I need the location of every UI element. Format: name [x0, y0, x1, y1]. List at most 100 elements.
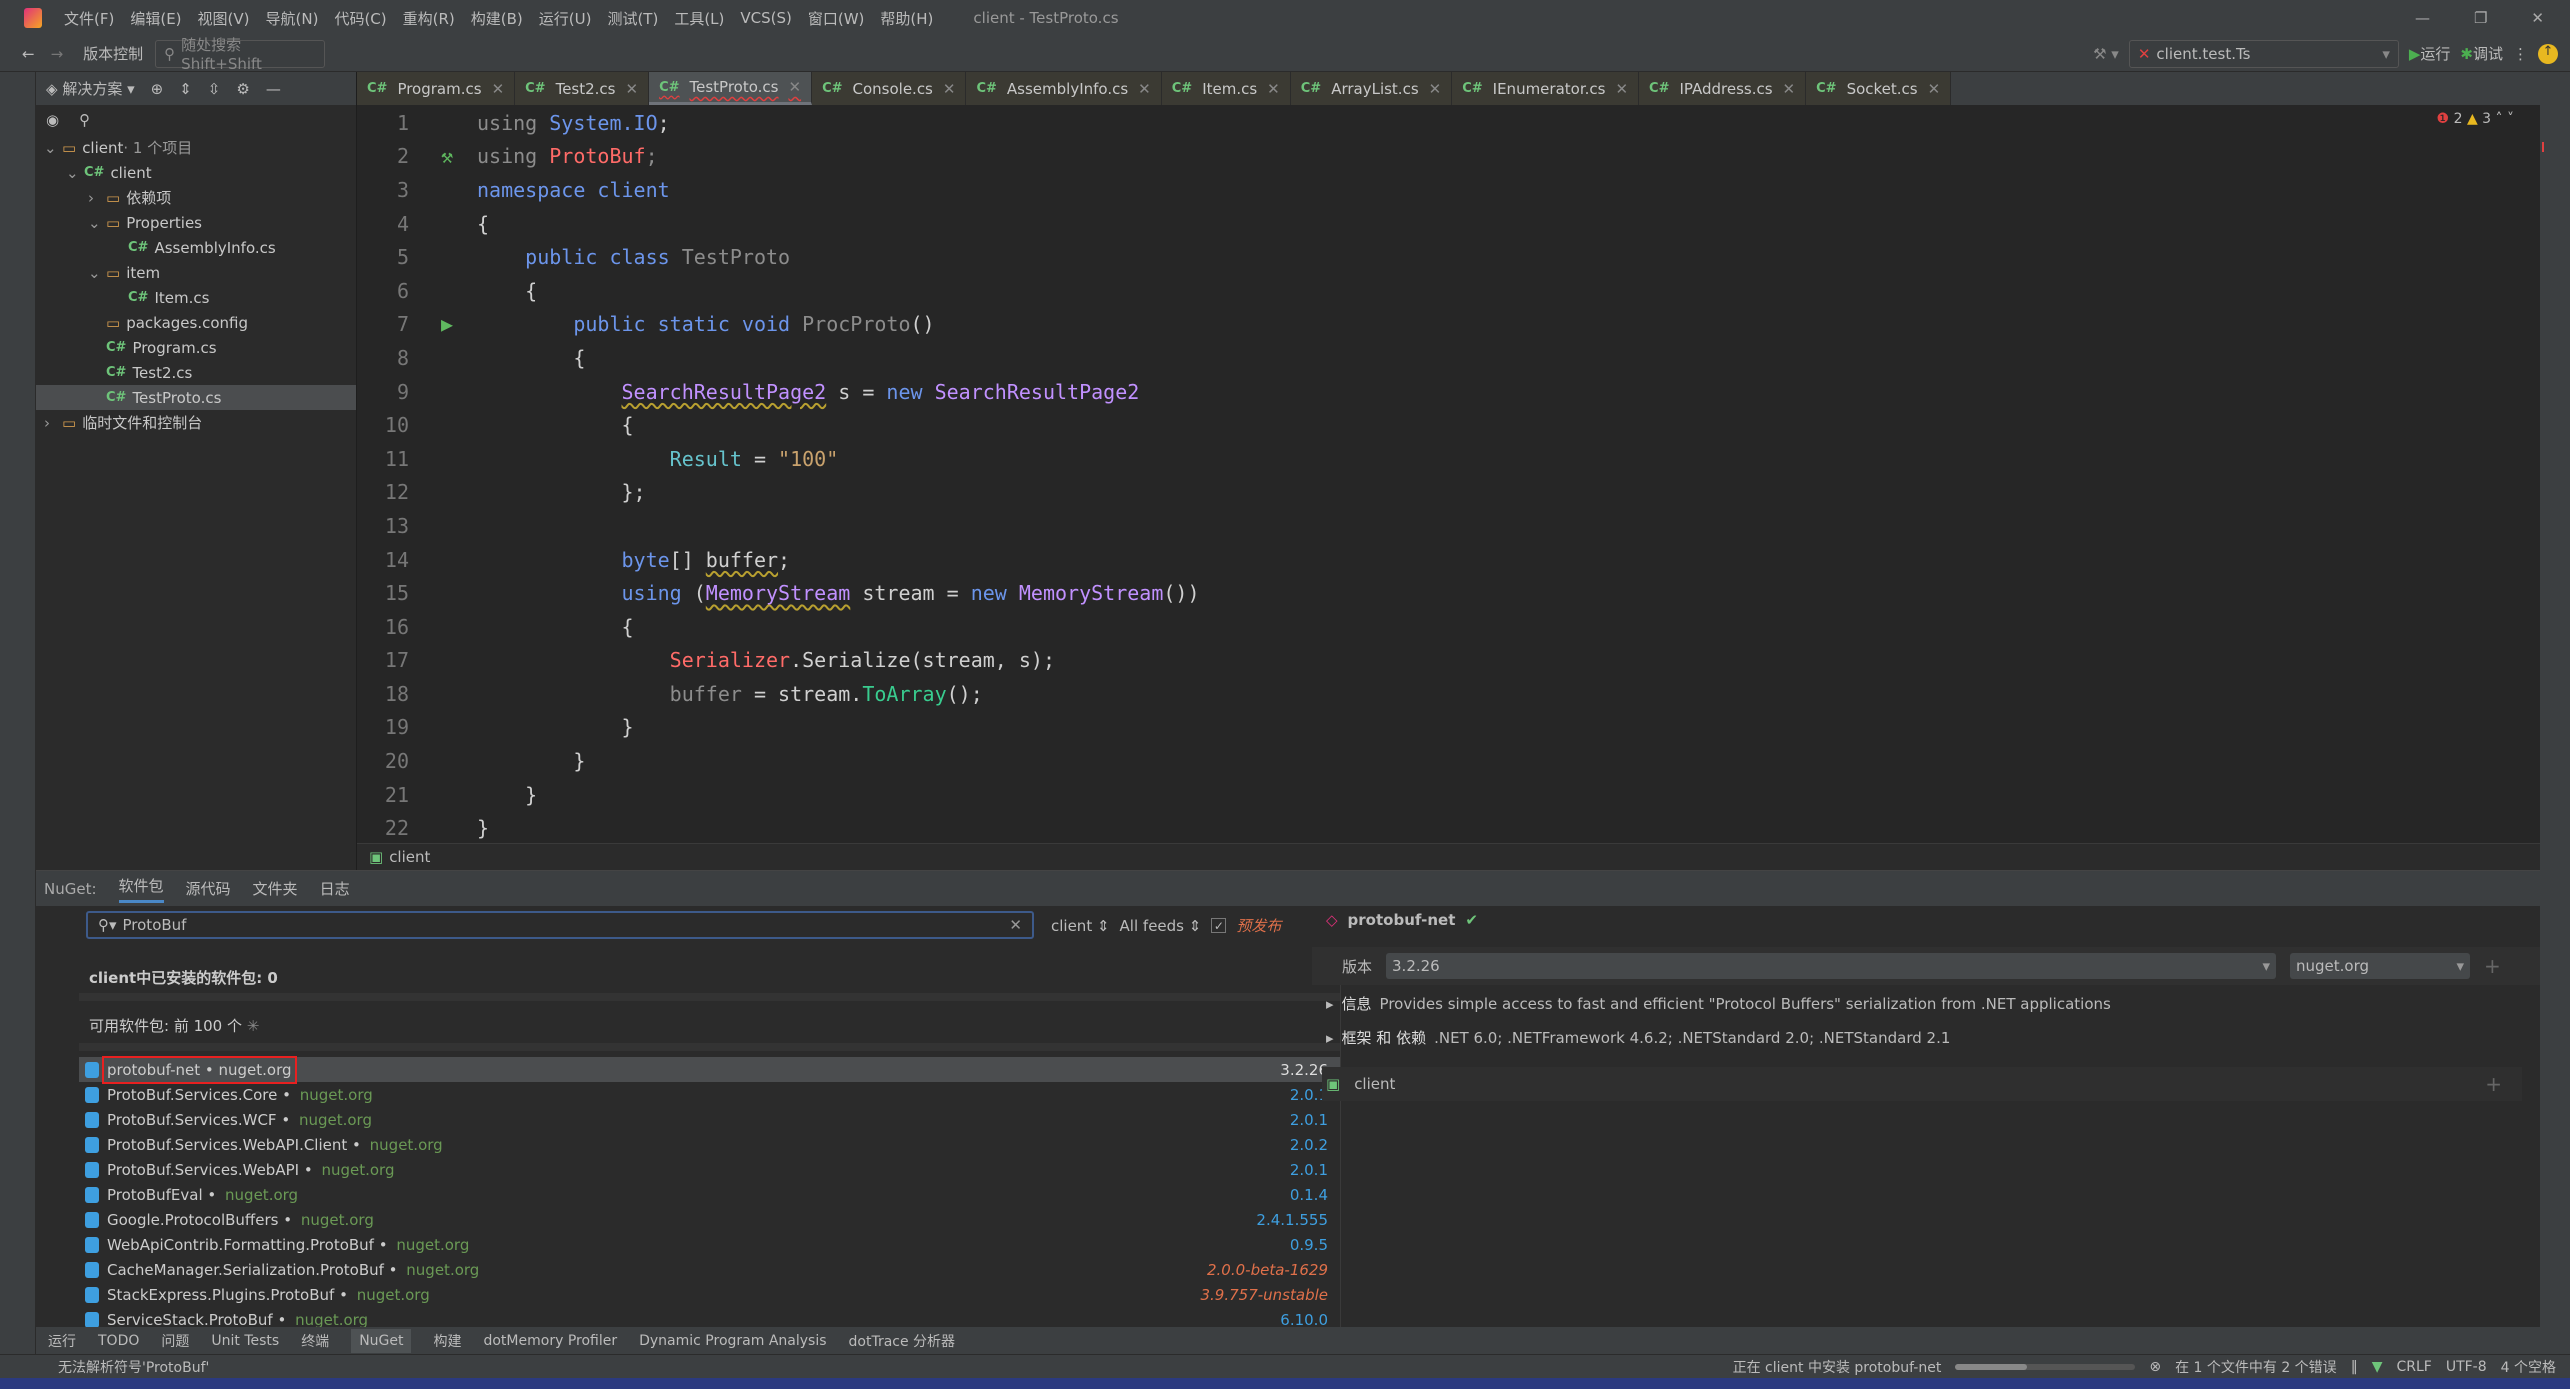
close-tab-icon[interactable]: ✕	[1267, 80, 1280, 98]
show-files-icon[interactable]: ◉	[46, 111, 59, 129]
editor-tab[interactable]: C# AssemblyInfo.cs ✕	[966, 72, 1162, 105]
nuget-tab[interactable]: 日志	[320, 878, 350, 899]
tree-item[interactable]: › ▭ 依赖项	[36, 185, 356, 210]
tree-search-icon[interactable]: ⚲	[79, 111, 90, 129]
more-icon[interactable]: ⋮	[2513, 45, 2528, 63]
package-row[interactable]: ProtoBuf.Services.WebAPI • nuget.org 2.0.…	[79, 1157, 1340, 1182]
tree-arrow-icon[interactable]: ›	[88, 189, 106, 207]
close-tab-icon[interactable]: ✕	[1615, 80, 1628, 98]
editor-tab[interactable]: C# Item.cs ✕	[1161, 72, 1291, 105]
tool-tab[interactable]: dotMemory Profiler	[483, 1333, 617, 1349]
add-icon[interactable]: +	[2484, 954, 2501, 978]
solution-view-selector[interactable]: ◈ 解决方案 ▾	[46, 78, 135, 99]
editor-tab[interactable]: C# Socket.cs ✕	[1806, 72, 1952, 105]
tree-item[interactable]: C# AssemblyInfo.cs	[36, 235, 356, 260]
tree-arrow-icon[interactable]: ›	[44, 414, 62, 432]
editor-tab[interactable]: C# ArrayList.cs ✕	[1290, 72, 1453, 105]
tree-arrow-icon[interactable]: ⌄	[88, 214, 106, 232]
code-editor[interactable]: ❶ 2 ▲ 3 ˄ ˅ 1 using System.IO; 2 ⚒ using Pro…	[357, 105, 2540, 843]
close-tab-icon[interactable]: ✕	[1138, 80, 1151, 98]
package-row[interactable]: ProtoBuf.Services.Core • nuget.org 2.0.1	[79, 1082, 1340, 1107]
vcs-button[interactable]: 版本控制	[83, 43, 143, 64]
update-icon[interactable]: ↑	[2538, 43, 2558, 64]
info-section[interactable]: ▸ 信息 Provides simple access to fast and ef…	[1326, 993, 2111, 1014]
editor-tab[interactable]: C# Program.cs ✕	[357, 72, 516, 105]
feed-filter[interactable]: All feeds ⇕	[1120, 917, 1202, 935]
run-config-selector[interactable]: ✕ client.test.Ts ▾	[2128, 39, 2399, 68]
tool-tab[interactable]: 终端	[301, 1331, 329, 1351]
run-button[interactable]: ▶运行	[2409, 43, 2451, 64]
package-row[interactable]: protobuf-net • nuget.org 3.2.26	[79, 1055, 1340, 1084]
tool-tab[interactable]: 运行	[48, 1331, 76, 1351]
locate-icon[interactable]: ⊕	[151, 80, 164, 98]
prerelease-checkbox[interactable]: ✓	[1211, 918, 1227, 933]
menu-item[interactable]: 窗口(W)	[808, 8, 865, 29]
error-summary[interactable]: 在 1 个文件中有 2 个错误	[2175, 1357, 2337, 1377]
editor-tab[interactable]: C# Console.cs ✕	[812, 72, 967, 105]
menu-item[interactable]: 测试(T)	[607, 8, 658, 29]
tree-item[interactable]: ⌄ ▭ Properties	[36, 210, 356, 235]
menu-item[interactable]: 视图(V)	[198, 8, 250, 29]
package-row[interactable]: ProtoBuf.Services.WCF • nuget.org 2.0.1	[79, 1107, 1340, 1132]
tool-tab[interactable]: 构建	[433, 1331, 461, 1351]
menu-item[interactable]: VCS(S)	[740, 9, 791, 27]
menu-item[interactable]: 帮助(H)	[880, 8, 933, 29]
package-row[interactable]: ProtoBufEval • nuget.org 0.1.4	[79, 1182, 1340, 1207]
close-tab-icon[interactable]: ✕	[1928, 80, 1941, 98]
hide-icon[interactable]: —	[266, 80, 281, 98]
menu-item[interactable]: 运行(U)	[539, 8, 592, 29]
tree-item[interactable]: ▭ packages.config	[36, 310, 356, 335]
close-tab-icon[interactable]: ✕	[626, 80, 639, 98]
tool-tab[interactable]: Unit Tests	[211, 1333, 279, 1349]
search-everywhere-input[interactable]: ⚲ 随处搜索 Shift+Shift	[155, 36, 326, 73]
package-row[interactable]: CacheManager.Serialization.ProtoBuf • nu…	[79, 1257, 1340, 1282]
collapse-all-icon[interactable]: ⇳	[208, 80, 221, 98]
nuget-tab[interactable]: 源代码	[186, 878, 231, 899]
close-tab-icon[interactable]: ✕	[943, 80, 956, 98]
menu-item[interactable]: 代码(C)	[334, 8, 386, 29]
tree-arrow-icon[interactable]: ⌄	[66, 164, 84, 182]
nuget-tab[interactable]: 软件包	[118, 875, 164, 903]
warning-icon[interactable]: ▲	[2467, 111, 2478, 127]
project-filter[interactable]: client ⇕	[1051, 917, 1110, 935]
tree-item[interactable]: C# Test2.cs	[36, 360, 356, 385]
menu-item[interactable]: 导航(N)	[266, 8, 319, 29]
back-icon[interactable]: ←	[22, 45, 35, 63]
menu-item[interactable]: 重构(R)	[403, 8, 455, 29]
indent-setting[interactable]: 4 个空格	[2501, 1357, 2556, 1377]
source-dropdown[interactable]: nuget.org ▾	[2290, 953, 2471, 979]
editor-tab[interactable]: C# Test2.cs ✕	[515, 72, 650, 105]
editor-tab[interactable]: C# TestProto.cs ✕	[649, 72, 813, 105]
tree-item[interactable]: ⌄ ▭ client · 1 个项目	[36, 135, 356, 160]
debug-button[interactable]: ✱调试	[2460, 43, 2503, 64]
tree-item[interactable]: ⌄ C# client	[36, 160, 356, 185]
tree-item[interactable]: C# TestProto.cs	[36, 385, 356, 410]
run-gutter-icon[interactable]: ▶	[417, 312, 477, 336]
close-tab-icon[interactable]: ✕	[1783, 80, 1796, 98]
editor-tab[interactable]: C# IPAddress.cs ✕	[1639, 72, 1807, 105]
line-ending[interactable]: CRLF	[2396, 1359, 2431, 1375]
menu-item[interactable]: 文件(F)	[64, 8, 114, 29]
restore-button[interactable]: ❐	[2474, 9, 2487, 27]
cancel-progress-icon[interactable]: ⊗	[2149, 1359, 2161, 1375]
breadcrumb[interactable]: ▣ client	[357, 843, 2540, 870]
nuget-tab[interactable]: 文件夹	[253, 878, 298, 899]
close-tab-icon[interactable]: ✕	[492, 80, 505, 98]
package-search-input[interactable]: ⚲▾ ProtoBuf ✕	[86, 911, 1034, 939]
tree-item[interactable]: C# Program.cs	[36, 335, 356, 360]
expand-all-icon[interactable]: ⇕	[179, 80, 192, 98]
tree-arrow-icon[interactable]: ⌄	[88, 264, 106, 282]
editor-tab[interactable]: C# IEnumerator.cs ✕	[1452, 72, 1640, 105]
frameworks-section[interactable]: ▸ 框架 和 依赖 .NET 6.0; .NETFramework 4.6.2; .…	[1326, 1027, 1950, 1048]
menu-item[interactable]: 工具(L)	[674, 8, 724, 29]
package-row[interactable]: Google.ProtocolBuffers • nuget.org 2.4.1.…	[79, 1207, 1340, 1232]
package-row[interactable]: ProtoBuf.Services.WebAPI.Client • nuget.…	[79, 1132, 1340, 1157]
settings-icon[interactable]: ⚙	[236, 80, 249, 98]
tool-tab[interactable]: Dynamic Program Analysis	[639, 1333, 826, 1349]
tree-item[interactable]: › ▭ 临时文件和控制台	[36, 410, 356, 435]
install-to-project-button[interactable]: +	[2485, 1072, 2502, 1096]
menu-item[interactable]: 编辑(E)	[130, 8, 181, 29]
pause-icon[interactable]: ‖	[2351, 1359, 2358, 1375]
tool-tab[interactable]: NuGet	[351, 1328, 412, 1353]
quick-fix-icon[interactable]: ⚒	[417, 144, 477, 168]
